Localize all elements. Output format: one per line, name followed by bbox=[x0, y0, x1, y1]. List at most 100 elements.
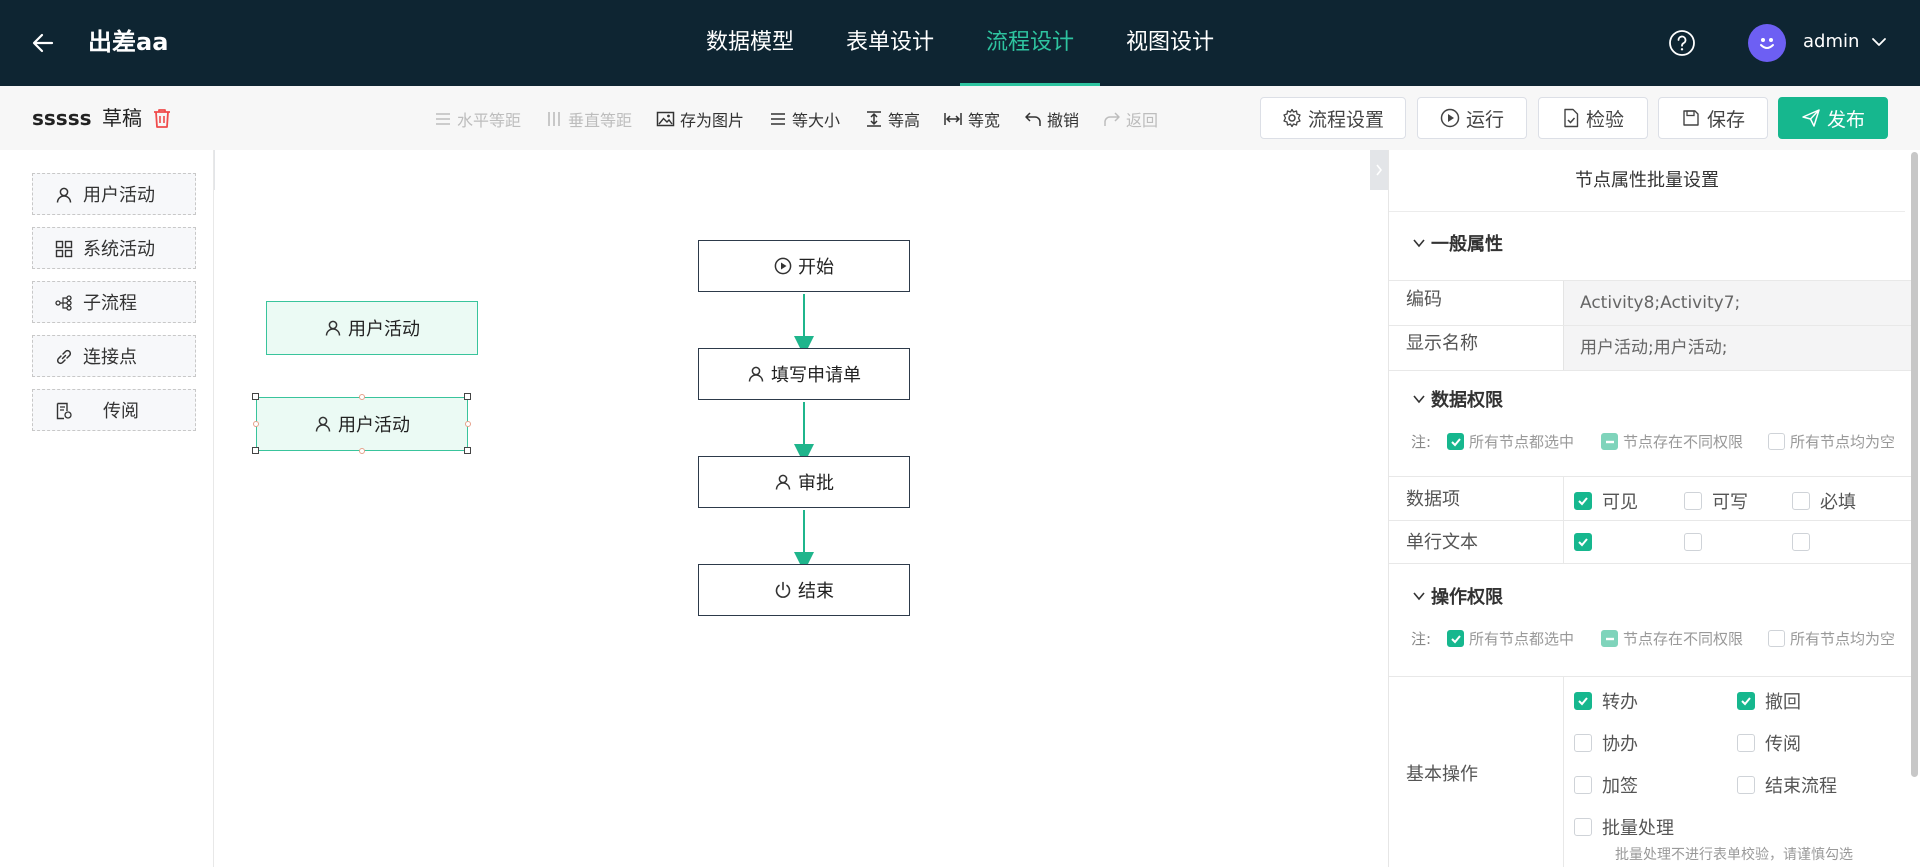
trash-icon[interactable] bbox=[151, 107, 173, 129]
section-title: 数据权限 bbox=[1431, 390, 1503, 411]
checkbox[interactable] bbox=[1574, 533, 1592, 551]
same-size-tool[interactable]: 等大小 bbox=[769, 108, 840, 130]
redo-tool[interactable]: 返回 bbox=[1103, 108, 1158, 130]
single-line-text-visible-checkbox[interactable] bbox=[1574, 533, 1602, 551]
legend-note-label: 注: bbox=[1411, 433, 1432, 451]
checkbox[interactable] bbox=[1574, 734, 1592, 752]
tab-flow-design[interactable]: 流程设计 bbox=[960, 0, 1101, 86]
op-circulate-checkbox[interactable]: 传阅 bbox=[1737, 730, 1801, 756]
section-data-permissions[interactable]: 数据权限 bbox=[1411, 386, 1503, 412]
node-label: 填写申请单 bbox=[771, 365, 861, 386]
single-line-text-required-checkbox[interactable] bbox=[1792, 533, 1820, 551]
section-operation-permissions[interactable]: 操作权限 bbox=[1411, 583, 1503, 609]
legend-text: 所有节点均为空 bbox=[1790, 630, 1896, 648]
resize-handle[interactable] bbox=[252, 393, 259, 400]
vertical-spacing-tool[interactable]: 垂直等距 bbox=[545, 108, 632, 130]
resize-handle[interactable] bbox=[464, 393, 471, 400]
code-field[interactable]: Activity8;Activity7; bbox=[1563, 281, 1913, 325]
check-button[interactable]: 检验 bbox=[1538, 97, 1648, 139]
section-general-properties[interactable]: 一般属性 bbox=[1411, 230, 1503, 256]
tab-view-design[interactable]: 视图设计 bbox=[1100, 0, 1240, 86]
palette-item-subprocess[interactable]: 子流程 bbox=[32, 281, 196, 323]
flow-node-fill-form[interactable]: 填写申请单 bbox=[698, 348, 910, 400]
op-add-sign-checkbox[interactable]: 加签 bbox=[1574, 772, 1638, 798]
collapse-panel-button[interactable] bbox=[1370, 150, 1388, 190]
horizontal-spacing-tool[interactable]: 水平等距 bbox=[434, 108, 521, 130]
op-batch-process-checkbox[interactable]: 批量处理 bbox=[1574, 814, 1674, 840]
arrow-left-icon[interactable] bbox=[30, 30, 56, 56]
section-title: 一般属性 bbox=[1431, 234, 1503, 255]
header-writable-checkbox[interactable]: 可写 bbox=[1684, 488, 1748, 514]
palette-item-connection-point[interactable]: 连接点 bbox=[32, 335, 196, 377]
node-label: 用户活动 bbox=[348, 319, 420, 340]
checkbox[interactable] bbox=[1737, 734, 1755, 752]
publish-button[interactable]: 发布 bbox=[1778, 97, 1888, 139]
anchor-point[interactable] bbox=[359, 448, 365, 454]
save-button[interactable]: 保存 bbox=[1658, 97, 1768, 139]
header-required-checkbox[interactable]: 必填 bbox=[1792, 488, 1856, 514]
resize-handle[interactable] bbox=[252, 447, 259, 454]
checkbox[interactable] bbox=[1792, 492, 1810, 510]
canvas-node-user-activity[interactable]: 用户活动 bbox=[266, 301, 478, 355]
flow-canvas[interactable]: 用户活动 用户活动 开始 填写申请单 审批 结束 bbox=[215, 150, 1387, 867]
canvas-node-user-activity-selected[interactable]: 用户活动 bbox=[256, 397, 468, 451]
single-line-text-writable-checkbox[interactable] bbox=[1684, 533, 1712, 551]
op-end-flow-checkbox[interactable]: 结束流程 bbox=[1737, 772, 1837, 798]
save-as-image-tool[interactable]: 存为图片 bbox=[656, 108, 744, 130]
checkbox[interactable] bbox=[1684, 492, 1702, 510]
flow-node-approve[interactable]: 审批 bbox=[698, 456, 910, 508]
flow-settings-button[interactable]: 流程设置 bbox=[1260, 97, 1406, 139]
op-withdraw-checkbox[interactable]: 撤回 bbox=[1737, 688, 1801, 714]
checkbox[interactable] bbox=[1737, 776, 1755, 794]
checkbox[interactable] bbox=[1792, 533, 1810, 551]
anchor-point[interactable] bbox=[253, 421, 259, 427]
same-height-tool[interactable]: 等高 bbox=[865, 108, 920, 130]
palette-item-system-activity[interactable]: 系统活动 bbox=[32, 227, 196, 269]
checkbox[interactable] bbox=[1574, 776, 1592, 794]
checkbox[interactable] bbox=[1574, 818, 1592, 836]
top-navigation-bar: 出差aa 数据模型 表单设计 流程设计 视图设计 admin bbox=[0, 0, 1920, 86]
palette-item-user-activity[interactable]: 用户活动 bbox=[32, 173, 196, 215]
grid-icon bbox=[55, 240, 73, 258]
question-circle-icon[interactable] bbox=[1668, 29, 1696, 57]
same-width-tool[interactable]: 等宽 bbox=[943, 108, 1000, 130]
run-button[interactable]: 运行 bbox=[1417, 97, 1527, 139]
checkbox[interactable] bbox=[1574, 492, 1592, 510]
anchor-point[interactable] bbox=[465, 421, 471, 427]
palette-item-label: 用户活动 bbox=[83, 185, 155, 206]
checkbox-label: 必填 bbox=[1820, 492, 1856, 513]
flow-node-end[interactable]: 结束 bbox=[698, 564, 910, 616]
avatar[interactable] bbox=[1748, 24, 1786, 62]
resize-handle[interactable] bbox=[464, 447, 471, 454]
chevron-down-icon[interactable] bbox=[1870, 33, 1888, 51]
undo-tool[interactable]: 撤销 bbox=[1024, 108, 1079, 130]
anchor-point[interactable] bbox=[359, 394, 365, 400]
button-label: 保存 bbox=[1706, 108, 1745, 131]
username[interactable]: admin bbox=[1803, 29, 1859, 55]
header-visible-checkbox[interactable]: 可见 bbox=[1574, 488, 1638, 514]
tab-form-design[interactable]: 表单设计 bbox=[820, 0, 960, 86]
flow-node-start[interactable]: 开始 bbox=[698, 240, 910, 292]
legend-note-label: 注: bbox=[1411, 630, 1432, 648]
button-label: 发布 bbox=[1826, 108, 1865, 131]
palette-item-label: 系统活动 bbox=[83, 239, 155, 260]
legend-text: 节点存在不同权限 bbox=[1623, 433, 1744, 451]
same-size-icon bbox=[771, 113, 785, 125]
button-label: 流程设置 bbox=[1307, 108, 1384, 131]
palette-item-label: 传阅 bbox=[103, 401, 139, 422]
checkbox[interactable] bbox=[1574, 692, 1592, 710]
power-icon bbox=[775, 581, 791, 598]
op-transfer-checkbox[interactable]: 转办 bbox=[1574, 688, 1638, 714]
display-name-field[interactable]: 用户活动;用户活动; bbox=[1563, 326, 1913, 370]
send-icon bbox=[1802, 109, 1820, 127]
panel-scrollbar[interactable] bbox=[1911, 152, 1918, 777]
palette-item-circulate[interactable]: 传阅 bbox=[32, 389, 196, 431]
checkbox[interactable] bbox=[1684, 533, 1702, 551]
code-label: 编码 bbox=[1406, 289, 1442, 310]
op-assist-checkbox[interactable]: 协办 bbox=[1574, 730, 1638, 756]
legend-text: 节点存在不同权限 bbox=[1623, 630, 1744, 648]
tool-label: 等高 bbox=[888, 111, 921, 130]
tab-data-model[interactable]: 数据模型 bbox=[680, 0, 820, 86]
undo-icon bbox=[1025, 112, 1041, 126]
checkbox[interactable] bbox=[1737, 692, 1755, 710]
